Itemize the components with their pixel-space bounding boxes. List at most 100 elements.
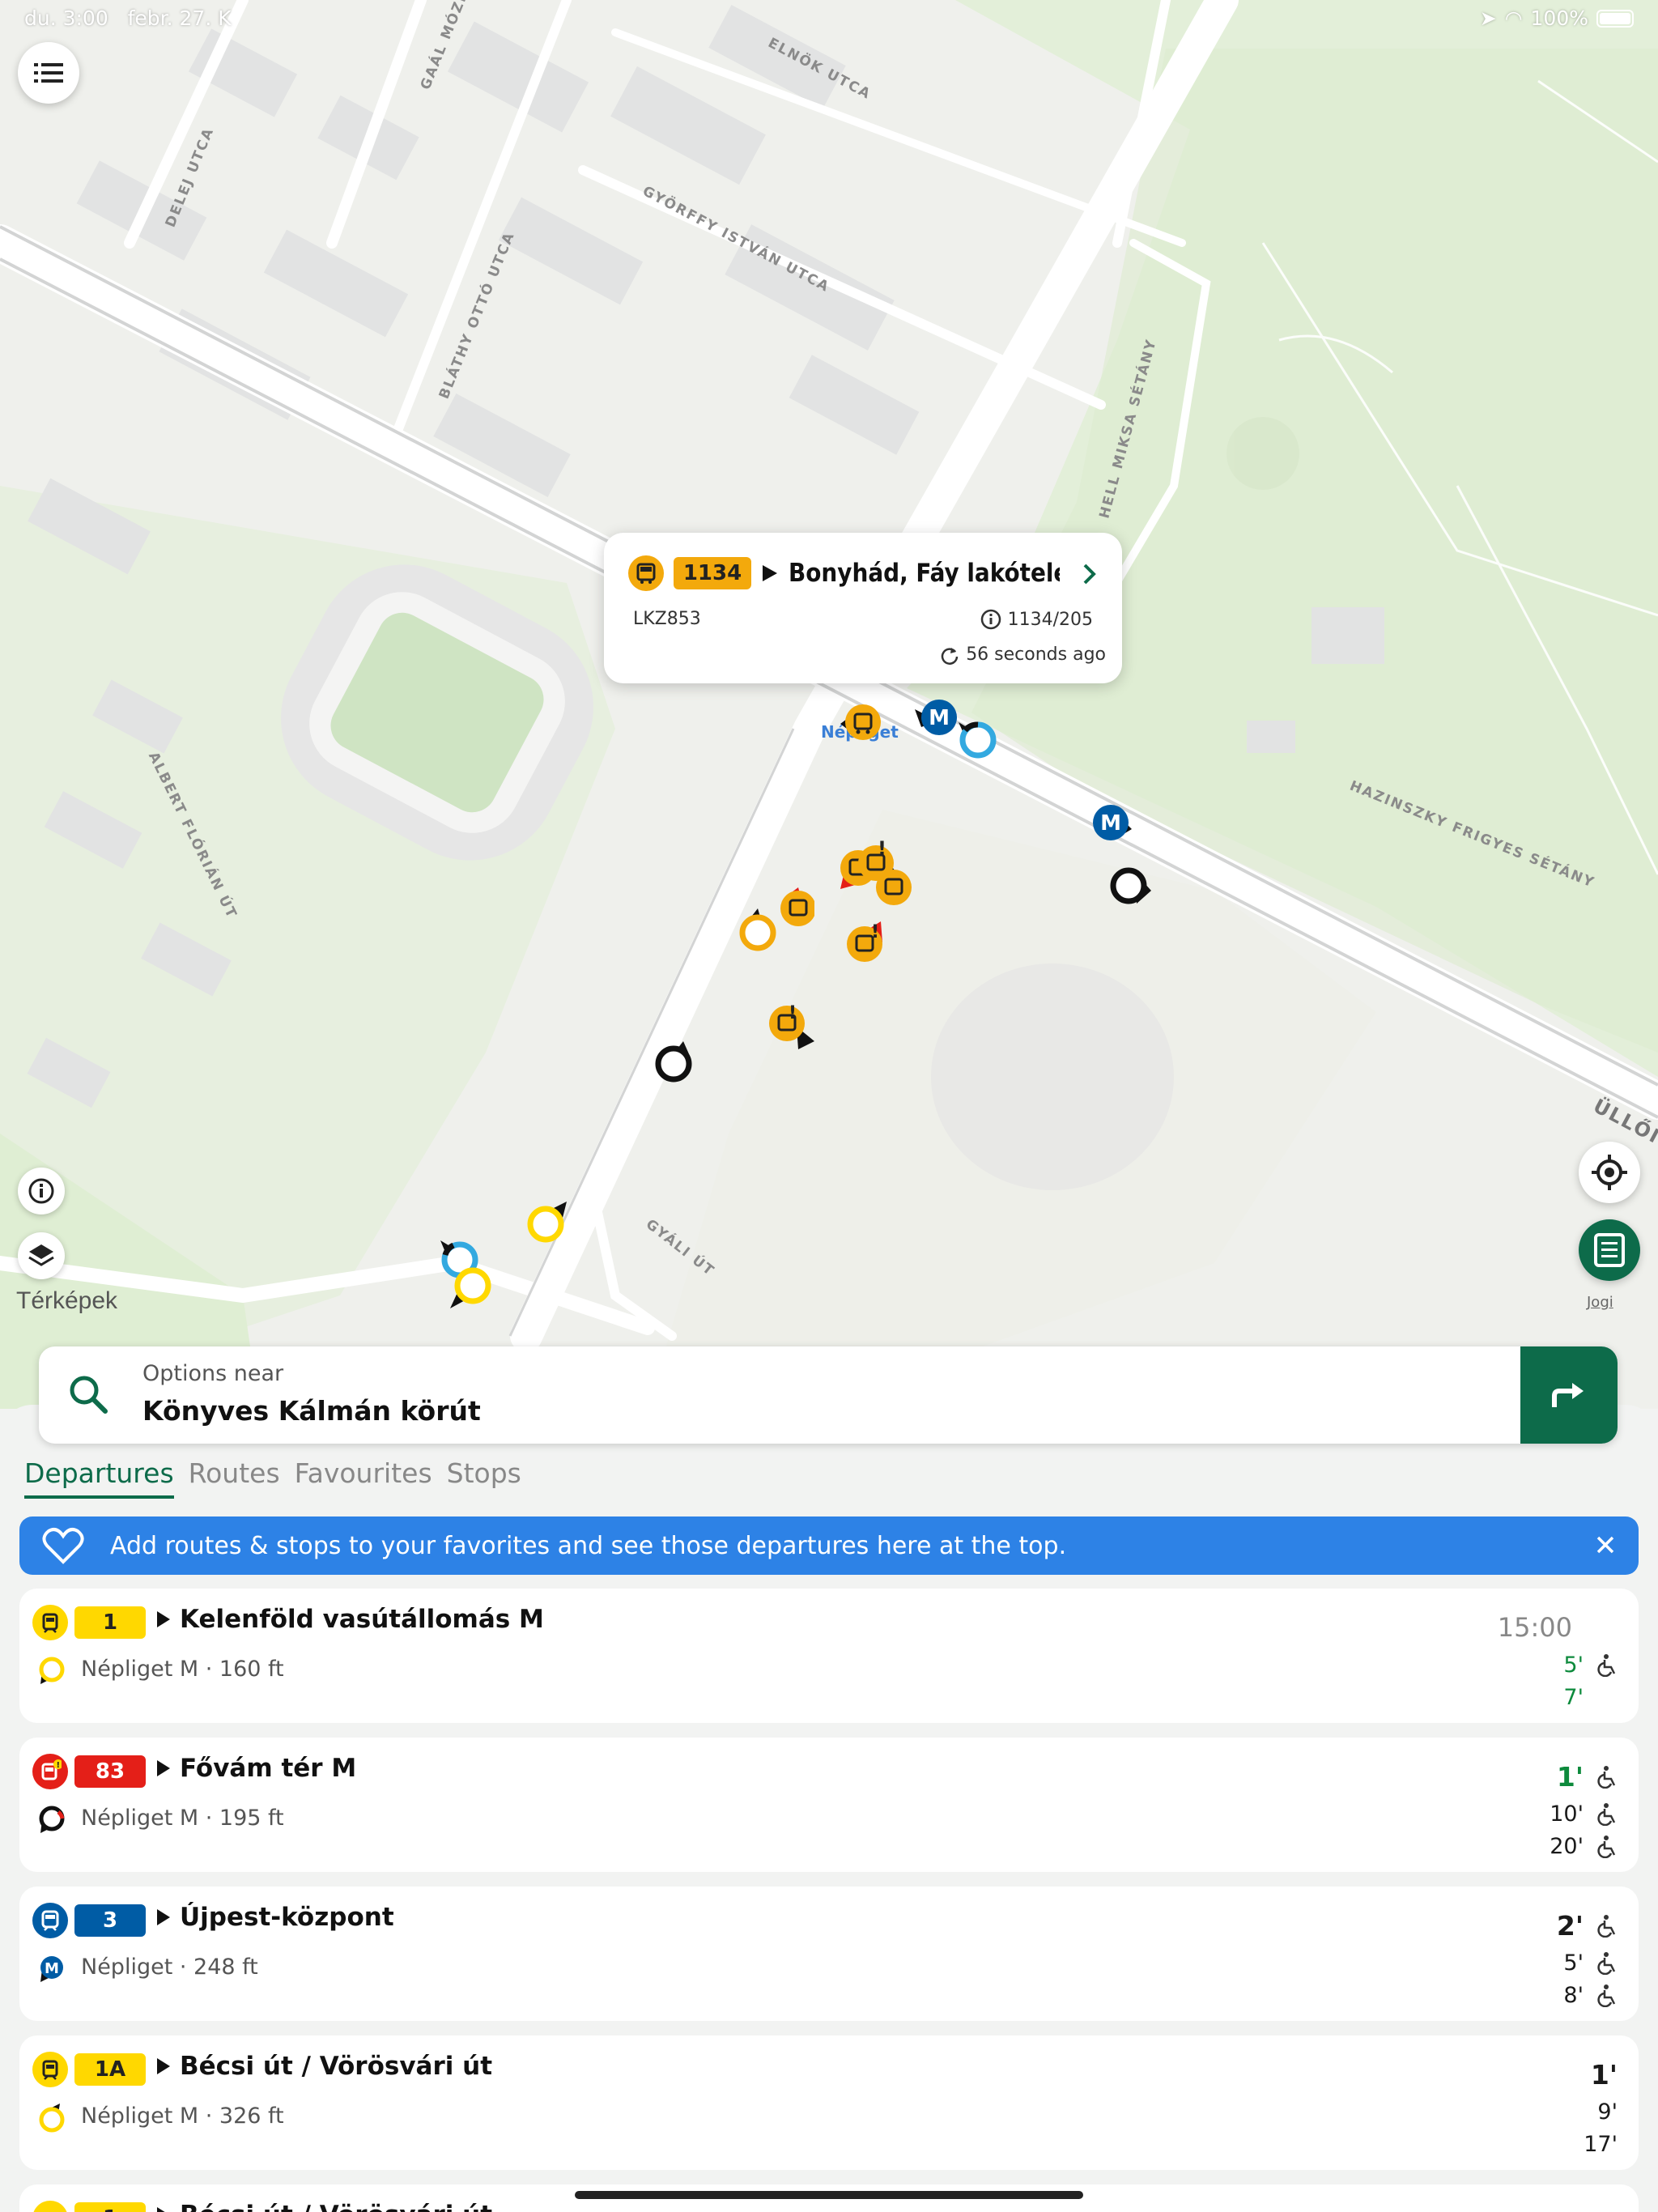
departure-time: 17': [1584, 2131, 1618, 2157]
map-view[interactable]: ELNÖK UTCA GAÁL MÓZES DELEJ UTCA GYÖRFFY…: [0, 0, 1658, 1409]
metro-stop-icon: M: [40, 1956, 63, 1982]
bus-vehicle-marker[interactable]: [874, 868, 923, 917]
tram-icon: [32, 1605, 68, 1640]
search-location: Könyves Kálmán körút: [142, 1395, 481, 1427]
play-arrow-icon: [157, 2207, 165, 2212]
stop-distance: Népliget M · 160 ft: [81, 1657, 284, 1682]
play-arrow-icon: [157, 1760, 170, 1776]
bus-vehicle-marker[interactable]: [834, 696, 891, 753]
wheelchair-icon: [1597, 1836, 1616, 1858]
document-icon: [1594, 1233, 1625, 1267]
svg-text:M: M: [1100, 811, 1121, 836]
tram-stop-marker[interactable]: [447, 1263, 499, 1315]
play-arrow-icon: [157, 1611, 170, 1627]
route-badge: 1134: [674, 557, 751, 589]
bus-vehicle-marker[interactable]: !: [842, 918, 899, 975]
route-badge: 3: [74, 1904, 146, 1937]
wifi-icon: ◠: [1504, 6, 1523, 30]
locate-me-button[interactable]: [1579, 1142, 1640, 1203]
trolley-stop-icon: [39, 1806, 65, 1833]
departure-time: 8': [1563, 1982, 1584, 2008]
map-layers-button[interactable]: [18, 1232, 65, 1279]
battery-percent: 100%: [1530, 6, 1588, 30]
wheelchair-icon: [1597, 1984, 1616, 2007]
status-time: du. 3:00 febr. 27. K: [24, 6, 232, 30]
vehicle-popup[interactable]: 1134 Bonyhád, Fáy lakótelep LKZ853 1134/…: [604, 533, 1122, 683]
svg-text:M: M: [45, 1960, 59, 1977]
tab-departures[interactable]: Departures: [24, 1457, 174, 1499]
bus-stop-marker[interactable]: [1104, 861, 1161, 910]
list-icon: [34, 63, 63, 83]
metro-icon: [32, 1903, 68, 1938]
close-icon[interactable]: [1593, 1533, 1618, 1557]
legal-link[interactable]: Jogi: [1587, 1294, 1613, 1311]
route-badge: 1A: [74, 2053, 146, 2086]
metro-vehicle-marker[interactable]: M: [1086, 800, 1143, 857]
destination: Bécsi út / Vörösvári út: [155, 2201, 492, 2212]
play-arrow-icon: [763, 565, 777, 581]
destination: Kelenföld vasútállomás M: [155, 1605, 544, 1634]
departure-time: 5': [1563, 1950, 1584, 1976]
chevron-right-icon[interactable]: [1082, 562, 1098, 586]
search-bar[interactable]: Options near Könyves Kálmán körút: [39, 1346, 1618, 1444]
svg-text:M: M: [929, 706, 950, 730]
tram-stop-marker[interactable]: [735, 907, 784, 955]
bus-icon: [628, 555, 664, 591]
popup-destination: Bonyhád, Fáy lakótelep: [789, 559, 1060, 588]
directions-button[interactable]: [1520, 1346, 1618, 1444]
departure-time: 10': [1550, 1801, 1584, 1827]
vehicle-plate: LKZ853: [633, 609, 701, 629]
departure-card[interactable]: 1 Kelenföld vasútállomás M Népliget M · …: [19, 1589, 1639, 1723]
destination: Újpest-központ: [155, 1903, 394, 1932]
metro-stop-marker[interactable]: [955, 716, 1004, 764]
stop-distance: Népliget M · 195 ft: [81, 1806, 284, 1831]
svg-text:!: !: [789, 1003, 797, 1023]
scheduled-time: 15:00: [1497, 1612, 1572, 1643]
battery-icon: [1596, 9, 1634, 28]
departure-card[interactable]: 3 Újpest-központ M Népliget · 248 ft 2' …: [19, 1887, 1639, 2021]
favorites-banner[interactable]: Add routes & stops to your favorites and…: [19, 1516, 1639, 1575]
tab-stops[interactable]: Stops: [447, 1457, 521, 1499]
map-info-button[interactable]: [18, 1168, 65, 1214]
departure-time: 5': [1563, 1652, 1584, 1678]
tram-icon: [32, 2201, 68, 2212]
tram-stop-icon: [39, 1657, 65, 1684]
departure-time: 1': [1556, 1760, 1584, 1793]
info-icon: [980, 609, 1001, 630]
refresh-icon: [941, 647, 959, 665]
info-icon: [28, 1178, 54, 1204]
departure-card[interactable]: 1A Bécsi út / Vörösvári út Népliget M · …: [19, 2035, 1639, 2170]
turn-right-arrow-icon: [1552, 1383, 1584, 1407]
heart-icon: [42, 1528, 84, 1564]
bus-stop-marker[interactable]: [651, 1040, 699, 1088]
wheelchair-icon: [1597, 1803, 1616, 1826]
timetable-button[interactable]: [1579, 1219, 1640, 1281]
departure-time: 1': [1590, 2058, 1618, 2091]
menu-list-button[interactable]: [18, 42, 79, 104]
crosshair-icon: [1592, 1155, 1627, 1190]
route-badge: 1: [74, 1606, 146, 1639]
trip-info: 1134/205: [980, 609, 1093, 630]
departure-times: 15:00 5' 7': [1498, 1606, 1618, 1713]
tab-routes[interactable]: Routes: [189, 1457, 280, 1499]
layers-icon: [28, 1244, 54, 1266]
bus-vehicle-marker[interactable]: !: [764, 1001, 821, 1057]
wheelchair-icon: [1597, 1766, 1616, 1789]
stop-distance: Népliget · 248 ft: [81, 1955, 258, 1980]
departure-times: 2' 5' 8': [1557, 1904, 1618, 2011]
svg-text:!: !: [57, 1761, 61, 1770]
departure-card[interactable]: ! 83 Fővám tér M Népliget M · 195 ft 1' …: [19, 1738, 1639, 1872]
wheelchair-icon: [1597, 1952, 1616, 1975]
search-label: Options near: [142, 1361, 284, 1386]
status-icons: ➤ ◠ 100%: [1480, 6, 1634, 30]
home-indicator[interactable]: [575, 2191, 1083, 2199]
tram-stop-marker[interactable]: [521, 1198, 573, 1250]
tab-favourites[interactable]: Favourites: [295, 1457, 432, 1499]
stop-distance: Népliget M · 326 ft: [81, 2104, 284, 2129]
tram-stop-icon: [39, 2104, 65, 2133]
wheelchair-icon: [1597, 1915, 1616, 1938]
play-arrow-icon: [157, 2058, 170, 2074]
departure-time: 7': [1563, 1684, 1584, 1710]
svg-text:!: !: [878, 839, 886, 860]
departure-time: 20': [1550, 1833, 1584, 1859]
